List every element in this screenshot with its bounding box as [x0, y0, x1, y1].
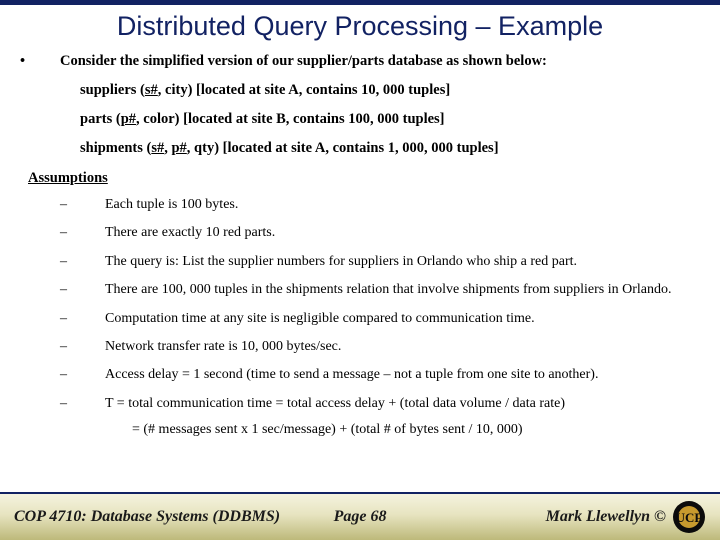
slide-body: • Consider the simplified version of our…	[0, 52, 720, 492]
assumption-row: – Access delay = 1 second (time to send …	[60, 366, 700, 384]
assumption-text: Network transfer rate is 10, 000 bytes/s…	[105, 338, 700, 356]
assumption-row: – There are exactly 10 red parts.	[60, 224, 700, 242]
parts-prefix: parts (	[80, 111, 121, 127]
assumptions-header: Assumptions	[28, 169, 700, 188]
assumption-text: Computation time at any site is negligib…	[105, 310, 700, 328]
svg-text:UCF: UCF	[676, 510, 703, 525]
assumption-row: – There are 100, 000 tuples in the shipm…	[60, 281, 700, 299]
shipments-key2: p#	[171, 140, 186, 156]
assumption-text: There are exactly 10 red parts.	[105, 224, 700, 242]
suppliers-key: s#	[145, 82, 158, 98]
footer-author: Mark Llewellyn ©	[546, 508, 666, 526]
intro-text: Consider the simplified version of our s…	[60, 52, 547, 71]
assumption-text: Access delay = 1 second (time to send a …	[105, 366, 700, 384]
parts-key: p#	[121, 111, 136, 127]
dash-icon: –	[60, 281, 105, 299]
shipments-prefix: shipments (	[80, 140, 151, 156]
assumption-row: – The query is: List the supplier number…	[60, 253, 700, 271]
footer-course: COP 4710: Database Systems (DDBMS)	[14, 508, 280, 526]
shipments-key1: s#	[151, 140, 164, 156]
dash-icon: –	[60, 310, 105, 328]
formula-text: = (# messages sent x 1 sec/message) + (t…	[132, 421, 700, 439]
slide: Distributed Query Processing – Example •…	[0, 0, 720, 540]
assumption-row: – Network transfer rate is 10, 000 bytes…	[60, 338, 700, 356]
bullet-dot: •	[20, 52, 60, 71]
assumption-text: There are 100, 000 tuples in the shipmen…	[105, 281, 700, 299]
assumption-row: – Computation time at any site is neglig…	[60, 310, 700, 328]
logo-icon: UCF	[672, 500, 706, 534]
footer-right: Mark Llewellyn © UCF	[546, 500, 706, 534]
dash-icon: –	[60, 395, 105, 413]
suppliers-rest: , city) [located at site A, contains 10,…	[158, 82, 450, 98]
footer-page: Page 68	[334, 508, 387, 526]
assumption-row: – Each tuple is 100 bytes.	[60, 196, 700, 214]
schema-shipments: shipments (s#, p#, qty) [located at site…	[80, 139, 700, 158]
schema-suppliers: suppliers (s#, city) [located at site A,…	[80, 81, 700, 100]
dash-icon: –	[60, 338, 105, 356]
assumption-text: T = total communication time = total acc…	[105, 395, 700, 413]
dash-icon: –	[60, 253, 105, 271]
dash-icon: –	[60, 366, 105, 384]
assumption-text: The query is: List the supplier numbers …	[105, 253, 700, 271]
footer: COP 4710: Database Systems (DDBMS) Page …	[0, 492, 720, 540]
dash-icon: –	[60, 224, 105, 242]
intro-row: • Consider the simplified version of our…	[20, 52, 700, 71]
schema-parts: parts (p#, color) [located at site B, co…	[80, 110, 700, 129]
slide-title: Distributed Query Processing – Example	[0, 5, 720, 52]
shipments-rest: , qty) [located at site A, contains 1, 0…	[187, 140, 499, 156]
parts-rest: , color) [located at site B, contains 10…	[136, 111, 445, 127]
suppliers-prefix: suppliers (	[80, 82, 145, 98]
dash-icon: –	[60, 196, 105, 214]
assumption-text: Each tuple is 100 bytes.	[105, 196, 700, 214]
assumption-row: – T = total communication time = total a…	[60, 395, 700, 413]
